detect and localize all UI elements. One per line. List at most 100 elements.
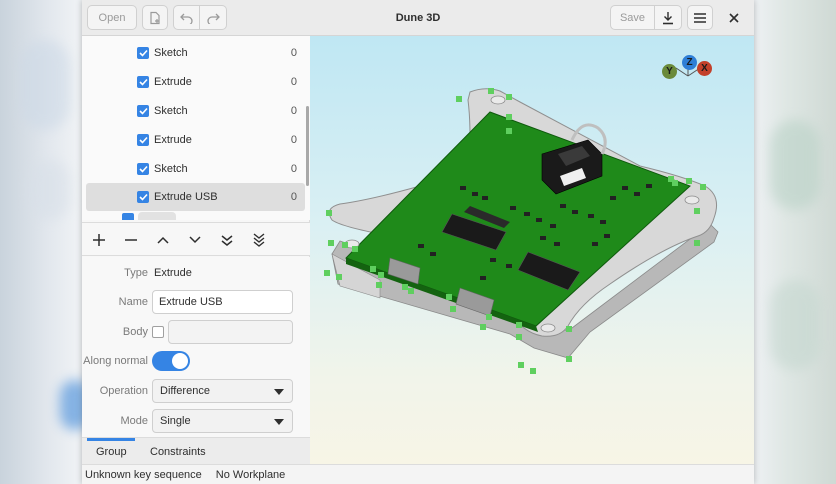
background-blur (20, 40, 70, 130)
x-axis-text: X (701, 63, 708, 74)
add-icon (93, 234, 105, 246)
type-label: Type (124, 267, 148, 279)
export-download-icon (663, 11, 673, 24)
tree-item-label: Sketch (154, 104, 188, 117)
tree-row[interactable]: Sketch 0 (86, 155, 305, 182)
z-axis-label: Z (682, 55, 697, 70)
move-up-icon (157, 236, 169, 244)
y-axis-label: Y (662, 64, 677, 79)
tree-item-label: Sketch (154, 46, 188, 59)
checkmark-icon (138, 136, 148, 144)
operation-dropdown[interactable]: Difference (152, 379, 293, 403)
tree-row[interactable]: Extrude 0 (86, 68, 305, 95)
close-button[interactable] (724, 8, 744, 28)
tree-item-count: 0 (290, 104, 297, 117)
move-to-bottom-icon (253, 233, 265, 247)
along-normal-switch[interactable] (152, 351, 190, 371)
tree-item-label: Extrude USB (154, 191, 218, 203)
operation-label: Operation (99, 385, 148, 397)
redo-icon (207, 13, 220, 24)
dropdown-arrow-icon (274, 389, 284, 395)
checkmark-icon (138, 165, 148, 173)
tree-item-count: 0 (290, 162, 297, 175)
move-to-bottom-button[interactable] (251, 232, 267, 248)
checkmark-icon (138, 107, 148, 115)
new-document-icon (150, 11, 160, 24)
sidebar: Sketch 0 Extrude 0 Sketch 0 Extrude 0 Sk… (82, 36, 310, 464)
tree-row[interactable]: Sketch 0 (86, 39, 305, 66)
mode-value: Single (160, 415, 191, 427)
tree-row[interactable]: Sketch 0 (86, 97, 305, 124)
remove-group-button[interactable] (123, 232, 139, 248)
tree-item-label: Extrude (154, 133, 192, 146)
tree-row-partial (138, 212, 176, 220)
open-button[interactable]: Open (87, 5, 137, 30)
tab-group[interactable]: Group (96, 438, 127, 465)
visibility-checkbox[interactable] (137, 191, 149, 203)
move-to-end-icon (221, 235, 233, 246)
undo-button[interactable] (173, 5, 200, 30)
tree-item-count: 0 (290, 191, 297, 203)
mode-dropdown[interactable]: Single (152, 409, 293, 433)
redo-button[interactable] (200, 5, 227, 30)
checkmark-icon (138, 193, 148, 201)
background-blur (770, 280, 820, 370)
background-blur (30, 160, 70, 220)
background-blur (770, 120, 820, 210)
visibility-checkbox[interactable] (137, 104, 149, 117)
tree-item-count: 0 (290, 133, 297, 146)
type-value: Extrude (154, 267, 192, 279)
sidebar-tabs: Group Constraints (82, 437, 310, 464)
switch-knob (172, 353, 188, 369)
name-label: Name (118, 296, 148, 308)
status-bar: Unknown key sequence No Workplane (82, 464, 754, 484)
visibility-checkbox[interactable] (137, 133, 149, 146)
mode-label: Mode (120, 415, 148, 427)
visibility-checkbox[interactable] (137, 75, 149, 88)
dropdown-arrow-icon (274, 419, 284, 425)
tab-constraints[interactable]: Constraints (150, 438, 206, 465)
tree-item-label: Sketch (154, 162, 188, 175)
body-label: Body (122, 326, 148, 338)
move-down-button[interactable] (187, 232, 203, 248)
body-field[interactable] (168, 320, 293, 344)
name-field-value: Extrude USB (159, 296, 223, 308)
along-normal-label: Along normal (83, 355, 148, 367)
move-to-end-button[interactable] (219, 232, 235, 248)
close-icon (729, 13, 739, 23)
open-button-label: Open (98, 11, 126, 24)
add-group-button[interactable] (91, 232, 107, 248)
new-document-button[interactable] (142, 5, 168, 30)
status-message: Unknown key sequence (85, 468, 202, 481)
tree-row[interactable]: Extrude 0 (86, 126, 305, 153)
undo-icon (179, 13, 193, 24)
save-button[interactable]: Save (610, 5, 655, 30)
group-properties: Type Extrude Name Extrude USB Body Along… (82, 257, 310, 437)
3d-viewport[interactable]: Y Z X (310, 36, 754, 464)
tree-row-selected[interactable]: Extrude USB 0 (86, 183, 305, 211)
body-checkbox[interactable] (152, 326, 164, 338)
workplane-status: No Workplane (215, 468, 286, 481)
header-bar: Open Dune 3D Save (82, 0, 754, 36)
checkmark-icon (138, 49, 148, 57)
visibility-checkbox[interactable] (137, 162, 149, 175)
tree-item-count: 0 (290, 75, 297, 88)
checkmark-icon (138, 78, 148, 86)
name-field[interactable]: Extrude USB (152, 290, 293, 314)
x-axis-label: X (697, 61, 712, 76)
tree-row-partial-checkbox (122, 213, 134, 220)
save-button-label: Save (619, 11, 646, 24)
operation-value: Difference (160, 385, 210, 397)
move-down-icon (189, 236, 201, 244)
hamburger-menu-icon (694, 12, 706, 23)
export-menu-button[interactable] (655, 5, 682, 30)
tree-item-label: Extrude (154, 75, 192, 88)
remove-icon (125, 239, 137, 241)
tree-scrollbar[interactable] (306, 106, 309, 186)
tree-item-count: 0 (290, 46, 297, 59)
main-menu-button[interactable] (687, 5, 713, 30)
app-window: Open Dune 3D Save Sketch 0 Extrude 0 Ske… (82, 0, 754, 484)
move-up-button[interactable] (155, 232, 171, 248)
visibility-checkbox[interactable] (137, 46, 149, 59)
group-toolbar (82, 222, 310, 256)
